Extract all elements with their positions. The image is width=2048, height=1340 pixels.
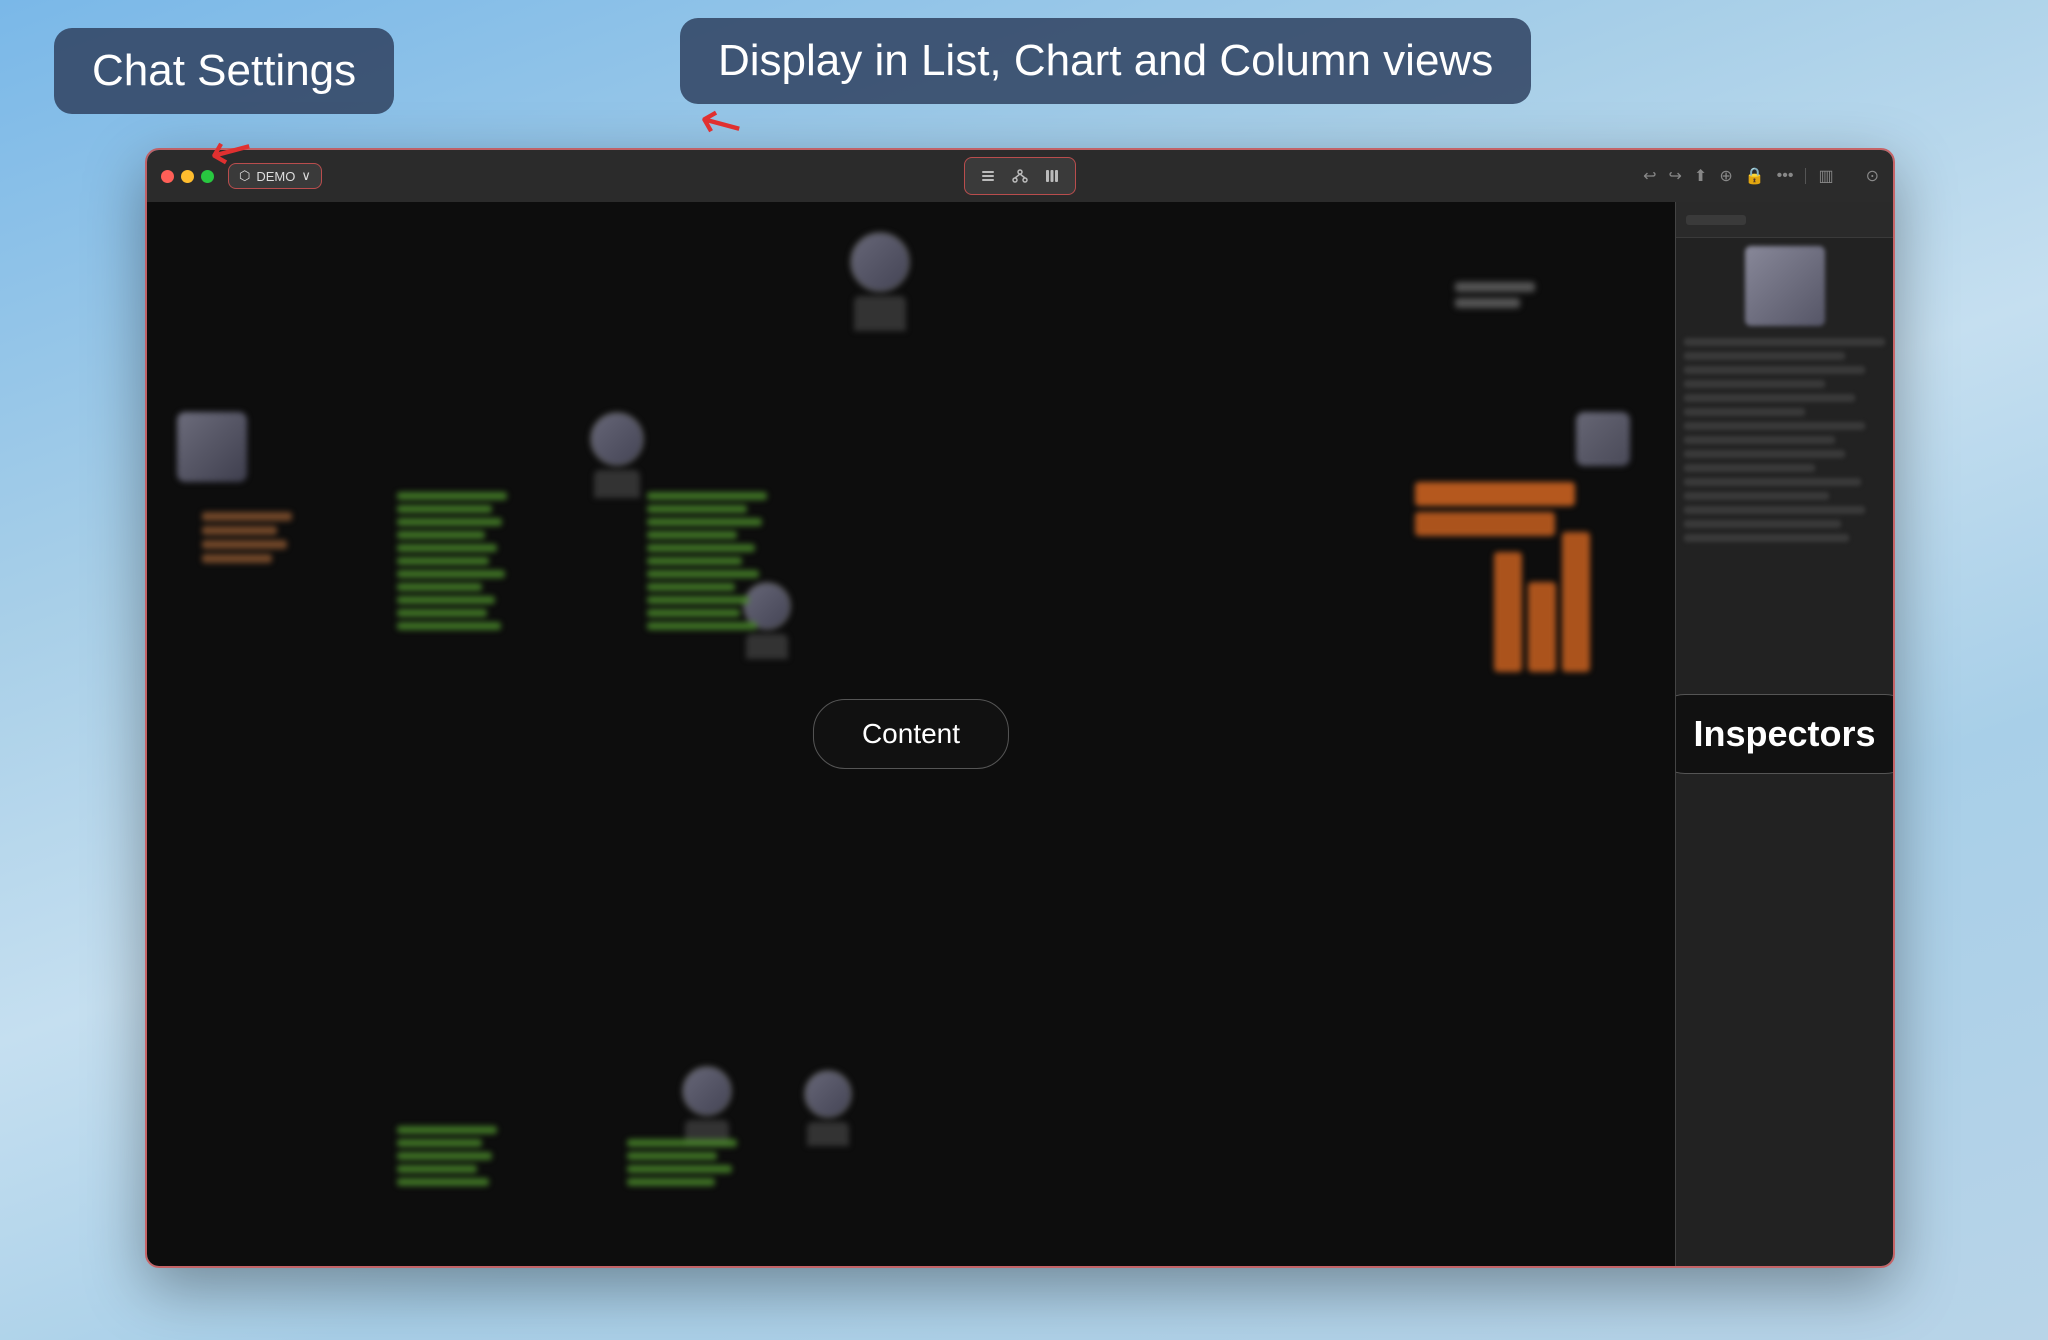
redo-button[interactable]: ↪ <box>1669 166 1682 186</box>
share-button[interactable]: ⬆ <box>1694 166 1707 186</box>
inspectors-bubble: Inspectors <box>1675 694 1893 774</box>
canvas-area[interactable]: Content <box>147 202 1675 1266</box>
sidebar-toggle-button[interactable]: ▥ <box>1818 166 1833 186</box>
chat-settings-tooltip: Chat Settings <box>54 28 394 114</box>
list-view-button[interactable] <box>973 162 1003 190</box>
inspector-header <box>1676 202 1893 238</box>
inspector-content <box>1676 238 1893 550</box>
traffic-lights <box>161 170 214 183</box>
inspector-panel: Inspectors <box>1675 202 1893 1266</box>
title-bar: ⬡ DEMO ∨ <box>147 150 1893 202</box>
project-name: DEMO <box>256 169 295 184</box>
settings-button[interactable]: ⊕ <box>1719 166 1732 186</box>
lock-button[interactable]: 🔒 <box>1745 166 1765 186</box>
more-button[interactable]: ••• <box>1777 167 1794 185</box>
app-window: ⬡ DEMO ∨ <box>145 148 1895 1268</box>
undo-button[interactable]: ↩ <box>1643 166 1656 186</box>
display-views-tooltip: Display in List, Chart and Column views <box>680 18 1531 104</box>
column-view-button[interactable] <box>1037 162 1067 190</box>
minimize-button[interactable] <box>181 170 194 183</box>
chart-view-button[interactable] <box>1005 162 1035 190</box>
content-bubble: Content <box>813 699 1009 769</box>
clock-button[interactable]: ⊙ <box>1866 166 1879 186</box>
right-toolbar: ↩ ↪ ⬆ ⊕ 🔒 ••• ▥ ⊙ <box>1643 166 1879 186</box>
main-area: Content <box>147 202 1893 1266</box>
dropdown-chevron-icon: ∨ <box>301 168 311 184</box>
close-button[interactable] <box>161 170 174 183</box>
view-toolbar <box>964 157 1076 195</box>
inspector-avatar <box>1745 246 1825 326</box>
